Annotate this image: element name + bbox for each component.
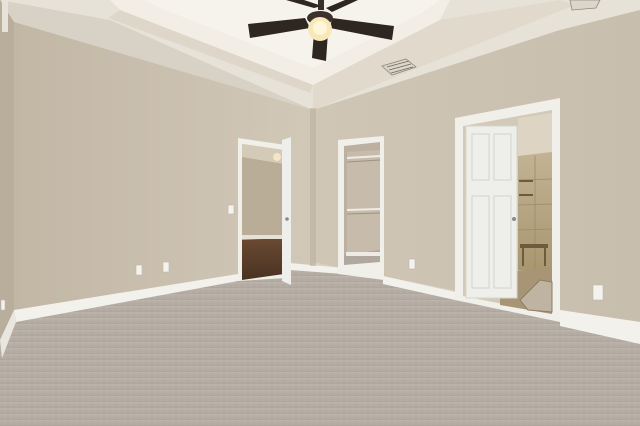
bath-shelf [519, 180, 533, 182]
light-fixture-icon [273, 153, 281, 161]
bathroom-doorway [455, 98, 560, 322]
outlet-icon [0, 299, 6, 311]
bath-bench [520, 244, 548, 248]
light-switch-icon [227, 204, 235, 215]
outlet-icon [135, 264, 143, 276]
closet-doorway [338, 136, 384, 280]
left-doorway [238, 137, 291, 285]
bedroom-photo [0, 0, 640, 426]
open-door-bathroom[interactable] [465, 125, 518, 299]
hardwood-floor [242, 238, 284, 280]
outlet-icon [592, 284, 604, 301]
door-knob-icon [512, 217, 516, 221]
outlet-icon [162, 261, 170, 273]
left-side-wall [0, 0, 14, 345]
door-knob-icon [285, 217, 289, 221]
smoke-detector-icon [2, 0, 8, 32]
outlet-icon [408, 258, 416, 270]
open-door-left[interactable] [282, 137, 291, 285]
